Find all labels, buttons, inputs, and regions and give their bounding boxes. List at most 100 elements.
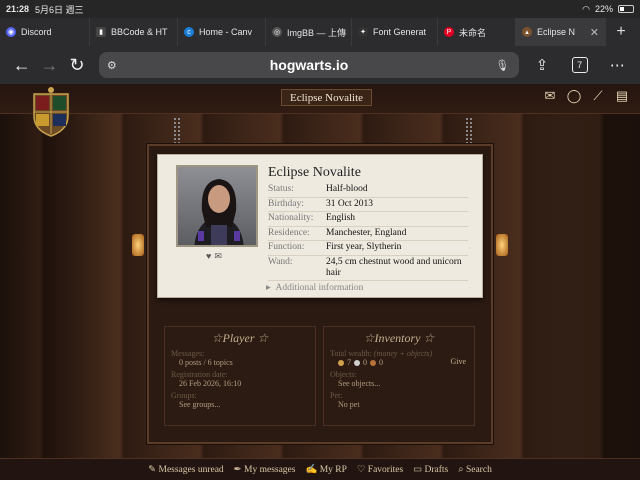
tab-bbcode[interactable]: ▮ BBCode & HT	[90, 18, 178, 46]
wall-lamp-left	[132, 234, 144, 256]
field-value: First year, Slytherin	[326, 242, 402, 252]
chain-left	[174, 118, 180, 144]
nav-drafts[interactable]: ▭ Drafts	[413, 464, 448, 475]
nav-label: My RP	[319, 465, 347, 475]
canva-icon: c	[184, 27, 194, 37]
nav-favorites[interactable]: ♡ Favorites	[357, 464, 403, 475]
share-button[interactable]: ⇪	[527, 51, 557, 79]
objects-link[interactable]: See objects...	[338, 379, 474, 388]
forward-button[interactable]: →	[36, 51, 64, 79]
field-key: Nationality:	[268, 213, 314, 223]
silver-coin-icon	[354, 359, 360, 366]
field-row: Wand: 24,5 cm chestnut wood and unicorn h…	[268, 256, 468, 281]
player-panel: ☆Player ☆ Messages: 0 posts / 6 topics R…	[164, 326, 316, 426]
bronze-coin-icon	[370, 359, 376, 366]
search-icon: ⌕	[458, 465, 464, 475]
site-icon: ▴	[522, 27, 532, 37]
tab-label: ImgBB — 上傳	[287, 27, 347, 38]
silver-amount: 0	[363, 358, 367, 367]
tab-eclipse-active[interactable]: ▴ Eclipse N ✕	[516, 18, 606, 46]
nav-label: Search	[465, 465, 492, 475]
header-tools: ✉ ◯ ⟋ ▤	[542, 88, 630, 104]
tab-bar: ◉ Discord ▮ BBCode & HT c Home - Canv ◎ …	[0, 18, 640, 46]
clock: 21:28	[6, 4, 30, 14]
nav-messages-unread[interactable]: ✎ Messages unread	[148, 464, 224, 475]
sparkle-icon: ✦	[358, 27, 368, 37]
pet-value: No pet	[338, 400, 360, 409]
inventory-title: Inventory	[374, 331, 421, 345]
nav-search[interactable]: ⌕ Search	[458, 464, 492, 475]
browser-toolbar: ← → ↻ ⚙ hogwarts.io 🎙 ⇪ 7 ⋯	[0, 46, 640, 84]
inventory-panel: ☆Inventory ☆ Total wealth: (money + obje…	[323, 326, 475, 426]
field-value: Manchester, England	[326, 227, 407, 238]
gold-coin-icon	[338, 359, 344, 366]
hogwarts-crest-logo[interactable]	[28, 86, 74, 138]
tab-imgbb[interactable]: ◎ ImgBB — 上傳	[266, 18, 352, 46]
field-row: Residence: Manchester, England	[268, 227, 468, 241]
reload-button[interactable]: ↻	[63, 51, 91, 79]
battery-icon	[618, 5, 634, 13]
tab-label: Home - Canv	[199, 27, 253, 37]
star-icon: ☆	[423, 331, 435, 345]
ring-icon[interactable]: ◯	[566, 88, 582, 104]
nav-label: Drafts	[424, 465, 449, 475]
back-button[interactable]: ←	[8, 51, 36, 79]
date: 5月6日 週三	[35, 4, 84, 15]
field-row: Function: First year, Slytherin	[268, 241, 468, 256]
drafts-icon: ▭	[413, 465, 423, 475]
field-key: Function:	[268, 242, 305, 252]
messages-value: 0 posts / 6 topics	[179, 358, 233, 367]
give-button[interactable]: Give	[450, 357, 466, 366]
additional-information-toggle[interactable]: ▸ Additional information	[266, 282, 363, 293]
field-key: Status:	[268, 184, 294, 194]
tab-font-generator[interactable]: ✦ Font Generat	[352, 18, 438, 46]
bronze-amount: 0	[379, 358, 383, 367]
nav-my-messages[interactable]: ✒ My messages	[234, 464, 296, 475]
groups-link[interactable]: See groups...	[179, 400, 315, 409]
chain-right	[466, 118, 472, 144]
username-tag[interactable]: Eclipse Novalite	[281, 89, 373, 106]
more-menu-button[interactable]: ⋯	[602, 51, 632, 79]
tab-canva[interactable]: c Home - Canv	[178, 18, 266, 46]
envelope-icon[interactable]: ✉	[542, 88, 558, 104]
tab-switcher-button[interactable]: 7	[565, 51, 595, 79]
field-key: Birthday:	[268, 198, 304, 209]
groups-label: Groups:	[171, 391, 197, 400]
microphone-icon[interactable]: 🎙	[495, 59, 511, 72]
triangle-right-icon: ▸	[266, 283, 271, 293]
address-bar[interactable]: ⚙ hogwarts.io 🎙	[98, 52, 520, 78]
inventory-heading: ☆Inventory ☆	[324, 331, 474, 346]
heart-icon[interactable]: ♥	[206, 251, 211, 262]
new-tab-button[interactable]: +	[606, 23, 636, 41]
close-tab-icon[interactable]: ✕	[590, 26, 599, 39]
field-row: Nationality: English	[268, 212, 468, 227]
envelope-icon[interactable]: ✉	[214, 251, 222, 262]
quill-icon: ✍	[305, 465, 318, 475]
nav-label: My messages	[244, 465, 296, 475]
star-icon: ☆	[363, 331, 375, 345]
player-heading: ☆Player ☆	[165, 331, 315, 346]
nav-my-rp[interactable]: ✍ My RP	[305, 464, 346, 475]
wifi-icon: ◠	[582, 3, 590, 14]
avatar-portrait	[194, 179, 244, 245]
gold-amount: 7	[347, 358, 351, 367]
tab-label: BBCode & HT	[111, 27, 168, 37]
wand-icon[interactable]: ⟋	[590, 88, 606, 104]
wealth-label-text: Total wealth:	[330, 349, 372, 358]
avatar	[176, 165, 258, 247]
field-row: Birthday: 31 Oct 2013	[268, 198, 468, 212]
tab-label: Font Generat	[373, 27, 427, 37]
feather-icon: ✒	[233, 465, 242, 475]
heart-icon: ♡	[356, 465, 366, 475]
tab-untitled[interactable]: P 未命名	[438, 18, 516, 46]
book-icon[interactable]: ▤	[614, 88, 630, 104]
field-value: English	[326, 213, 356, 223]
site-settings-icon[interactable]: ⚙	[107, 59, 123, 72]
nav-label: Messages unread	[158, 465, 224, 475]
wealth-note: (money + objects)	[373, 349, 433, 358]
pet-label: Pet:	[330, 391, 343, 400]
player-title: Player	[222, 331, 255, 345]
additional-label: Additional information	[275, 283, 364, 293]
profile-card: ♥ ✉ Eclipse Novalite Status: Half-blood B…	[157, 154, 483, 298]
tab-discord[interactable]: ◉ Discord	[0, 18, 90, 46]
